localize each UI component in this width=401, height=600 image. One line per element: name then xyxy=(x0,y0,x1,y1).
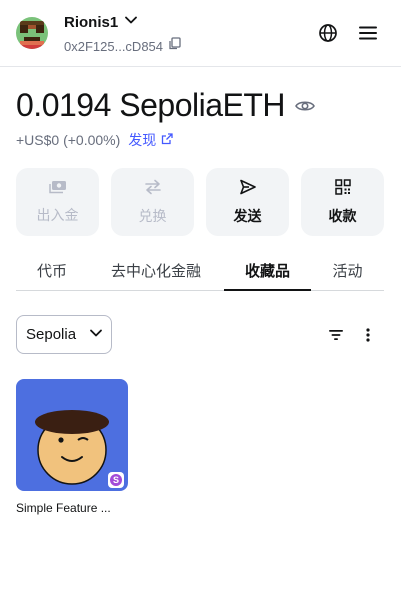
network-filter-value: Sepolia xyxy=(26,326,77,343)
globe-icon[interactable] xyxy=(315,20,341,46)
swap-arrows-icon xyxy=(144,179,162,198)
bank-note-icon xyxy=(48,180,67,197)
more-options-icon[interactable] xyxy=(358,325,378,345)
send-arrow-icon xyxy=(239,179,257,198)
balance-row: 0.0194 SepoliaETH xyxy=(16,84,315,126)
balance-amount: 0.0194 SepoliaETH xyxy=(16,86,286,123)
tab-activity[interactable]: 活动 xyxy=(311,250,384,290)
discover-label: 发现 xyxy=(128,132,157,148)
nft-image[interactable]: S xyxy=(16,379,128,491)
account-address: 0x2F125...cD854 xyxy=(64,38,164,54)
tab-collectibles[interactable]: 收藏品 xyxy=(224,250,311,291)
nft-network-badge: S xyxy=(108,472,124,488)
network-filter-select[interactable]: Sepolia xyxy=(16,315,112,354)
discover-link[interactable]: 发现 xyxy=(128,130,173,150)
app-header: Rionis1 0x2F125...cD854 xyxy=(0,0,401,67)
swap-button[interactable]: 兑换 xyxy=(111,168,194,236)
chevron-down-icon xyxy=(89,326,103,344)
network-badge-letter: S xyxy=(110,474,122,486)
sort-filter-icon[interactable] xyxy=(326,325,346,345)
tab-tokens[interactable]: 代币 xyxy=(16,250,88,290)
account-avatar-icon[interactable] xyxy=(16,17,48,49)
eye-icon[interactable] xyxy=(295,99,315,113)
tab-activity-label: 活动 xyxy=(332,262,363,280)
chevron-down-icon xyxy=(124,13,138,32)
account-name: Rionis1 xyxy=(64,13,119,31)
tab-tokens-label: 代币 xyxy=(36,262,67,280)
buy-sell-label: 出入金 xyxy=(36,206,79,223)
nft-card[interactable]: S Simple Feature ... xyxy=(16,379,128,515)
tab-defi[interactable]: 去中心化金融 xyxy=(88,250,224,290)
action-buttons: 出入金 兑换 发送 收款 xyxy=(16,168,384,236)
asset-tabs: 代币 去中心化金融 收藏品 活动 xyxy=(16,250,384,291)
fiat-change: +US$0 (+0.00%) xyxy=(16,132,121,148)
account-picker[interactable]: Rionis1 xyxy=(64,12,138,32)
buy-sell-button[interactable]: 出入金 xyxy=(16,168,99,236)
send-button[interactable]: 发送 xyxy=(206,168,289,236)
swap-label: 兑换 xyxy=(138,207,167,224)
tab-defi-label: 去中心化金融 xyxy=(110,262,201,280)
account-address-row[interactable]: 0x2F125...cD854 xyxy=(64,37,181,55)
receive-button[interactable]: 收款 xyxy=(301,168,384,236)
external-link-icon xyxy=(161,132,173,148)
qr-code-icon xyxy=(334,178,351,198)
tab-collectibles-label: 收藏品 xyxy=(244,262,290,280)
receive-label: 收款 xyxy=(328,207,357,224)
fiat-row: +US$0 (+0.00%) 发现 xyxy=(16,130,173,150)
copy-icon[interactable] xyxy=(168,37,181,55)
send-label: 发送 xyxy=(233,207,262,224)
nft-name: Simple Feature ... xyxy=(16,501,111,515)
hamburger-menu-icon[interactable] xyxy=(355,20,381,46)
